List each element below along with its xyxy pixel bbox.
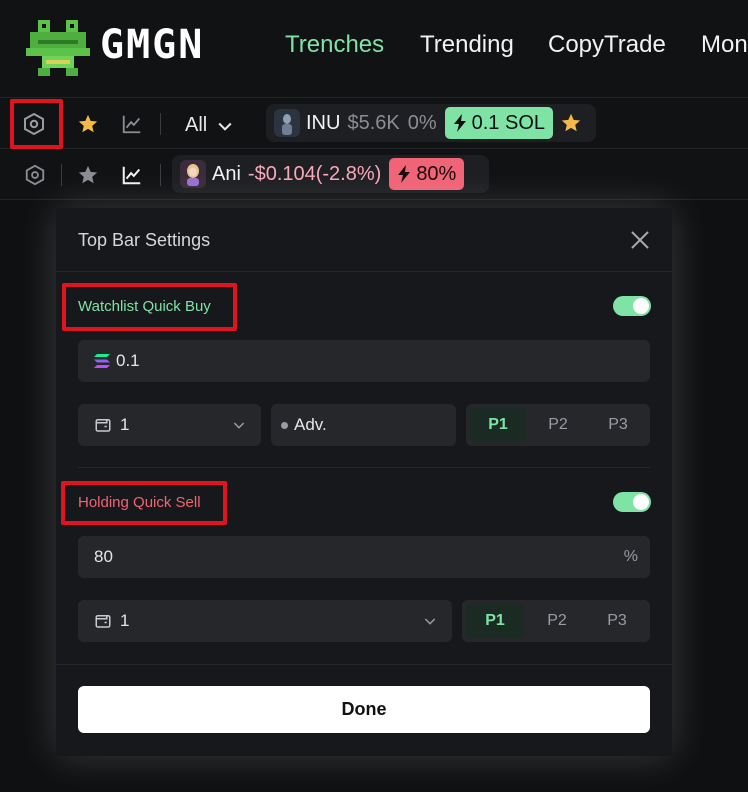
sell-preset-p2[interactable]: P2 <box>528 604 586 638</box>
watchlist-quick-buy-label: Watchlist Quick Buy <box>78 298 211 315</box>
status-dot <box>281 421 288 429</box>
buy-amount-value: 0.1 <box>116 351 140 370</box>
top-navigation: GMGN Trenches Trending CopyTrade Mon <box>0 0 748 98</box>
sell-wallet-select[interactable]: 1 <box>78 600 452 642</box>
wallet-icon <box>95 615 111 628</box>
buy-preset-p3[interactable]: P3 <box>590 408 646 442</box>
advanced-label: Adv. <box>294 415 327 434</box>
chevron-down-icon <box>424 618 436 625</box>
chevron-down-icon <box>218 122 232 131</box>
watchlist-bar: All INU $5.6K 0% 0.1 SOL <box>0 99 748 149</box>
holding-quick-sell-toggle[interactable] <box>613 492 651 512</box>
chart-button[interactable] <box>119 162 145 188</box>
watchlist-token-pill[interactable]: INU $5.6K 0% 0.1 SOL <box>266 104 596 142</box>
token-change: 0% <box>407 111 437 134</box>
nav-link-more[interactable]: Mon <box>701 31 748 59</box>
separator <box>160 164 161 186</box>
chart-button[interactable] <box>119 111 145 137</box>
buy-wallet-value: 1 <box>120 415 130 434</box>
sell-preset-selector: P1 P2 P3 <box>462 600 650 642</box>
buy-preset-selector: P1 P2 P3 <box>466 404 650 446</box>
quick-buy-amount: 0.1 SOL <box>471 111 546 134</box>
sell-preset-p1[interactable]: P1 <box>466 604 524 638</box>
nav-link-copytrade[interactable]: CopyTrade <box>548 31 666 59</box>
buy-wallet-select[interactable]: 1 <box>78 404 261 446</box>
sell-wallet-value: 1 <box>120 611 130 630</box>
solana-icon <box>94 354 110 368</box>
hexagon-settings-icon <box>25 164 45 186</box>
toggle-knob <box>633 494 649 510</box>
holdings-star-button[interactable] <box>75 162 101 188</box>
watchlist-quick-buy-toggle[interactable] <box>613 296 651 316</box>
sell-preset-p3[interactable]: P3 <box>588 604 646 638</box>
separator <box>160 113 161 135</box>
settings-button[interactable] <box>20 111 48 137</box>
separator <box>61 164 62 186</box>
lightning-icon <box>398 165 411 183</box>
frog-logo-icon[interactable] <box>26 20 90 76</box>
advanced-settings-button[interactable]: Adv. <box>271 404 456 446</box>
token-pnl: -$0.104(-2.8%) <box>247 162 382 185</box>
nav-link-trending[interactable]: Trending <box>420 31 514 59</box>
buy-preset-p2[interactable]: P2 <box>530 408 586 442</box>
quick-buy-button[interactable]: 0.1 SOL <box>444 107 554 139</box>
chevron-down-icon <box>233 422 245 429</box>
percent-unit: % <box>623 548 638 565</box>
top-bar-settings-dialog: Top Bar Settings Watchlist Quick Buy 0.1… <box>56 208 672 756</box>
buy-preset-p1[interactable]: P1 <box>470 408 526 442</box>
holdings-bar: Ani -$0.104(-2.8%) 80% <box>0 150 748 200</box>
line-chart-icon <box>122 115 141 134</box>
token-avatar-icon <box>274 109 300 137</box>
hexagon-settings-icon <box>24 112 44 136</box>
holding-token-pill[interactable]: Ani -$0.104(-2.8%) 80% <box>172 155 489 193</box>
buy-amount-input[interactable]: 0.1 <box>78 340 650 382</box>
token-market-cap: $5.6K <box>347 111 400 134</box>
brand-wordmark[interactable]: GMGN <box>100 22 204 68</box>
star-icon[interactable] <box>560 112 582 134</box>
divider <box>56 664 672 665</box>
holding-quick-sell-label: Holding Quick Sell <box>78 494 201 511</box>
dialog-title: Top Bar Settings <box>78 230 211 250</box>
token-symbol: INU <box>306 111 341 134</box>
divider <box>56 271 672 272</box>
toggle-knob <box>633 298 649 314</box>
quick-sell-amount: 80% <box>416 162 457 185</box>
wallet-icon <box>95 419 111 432</box>
done-button[interactable]: Done <box>78 686 650 733</box>
token-symbol: Ani <box>212 162 241 185</box>
filter-dropdown[interactable]: All <box>185 114 235 137</box>
star-icon <box>78 114 98 133</box>
filter-dropdown-label: All <box>185 114 208 136</box>
quick-sell-button[interactable]: 80% <box>389 158 465 190</box>
divider <box>78 467 650 468</box>
close-icon[interactable] <box>628 228 652 252</box>
sell-percent-input[interactable]: 80 % <box>78 536 650 578</box>
nav-link-trenches[interactable]: Trenches <box>285 31 384 59</box>
line-chart-icon <box>122 166 141 185</box>
lightning-icon <box>453 114 466 132</box>
watchlist-star-button[interactable] <box>75 111 101 137</box>
token-avatar-icon <box>180 160 206 188</box>
star-icon <box>78 165 98 184</box>
settings-button[interactable] <box>22 162 48 188</box>
sell-percent-value: 80 <box>94 547 113 566</box>
